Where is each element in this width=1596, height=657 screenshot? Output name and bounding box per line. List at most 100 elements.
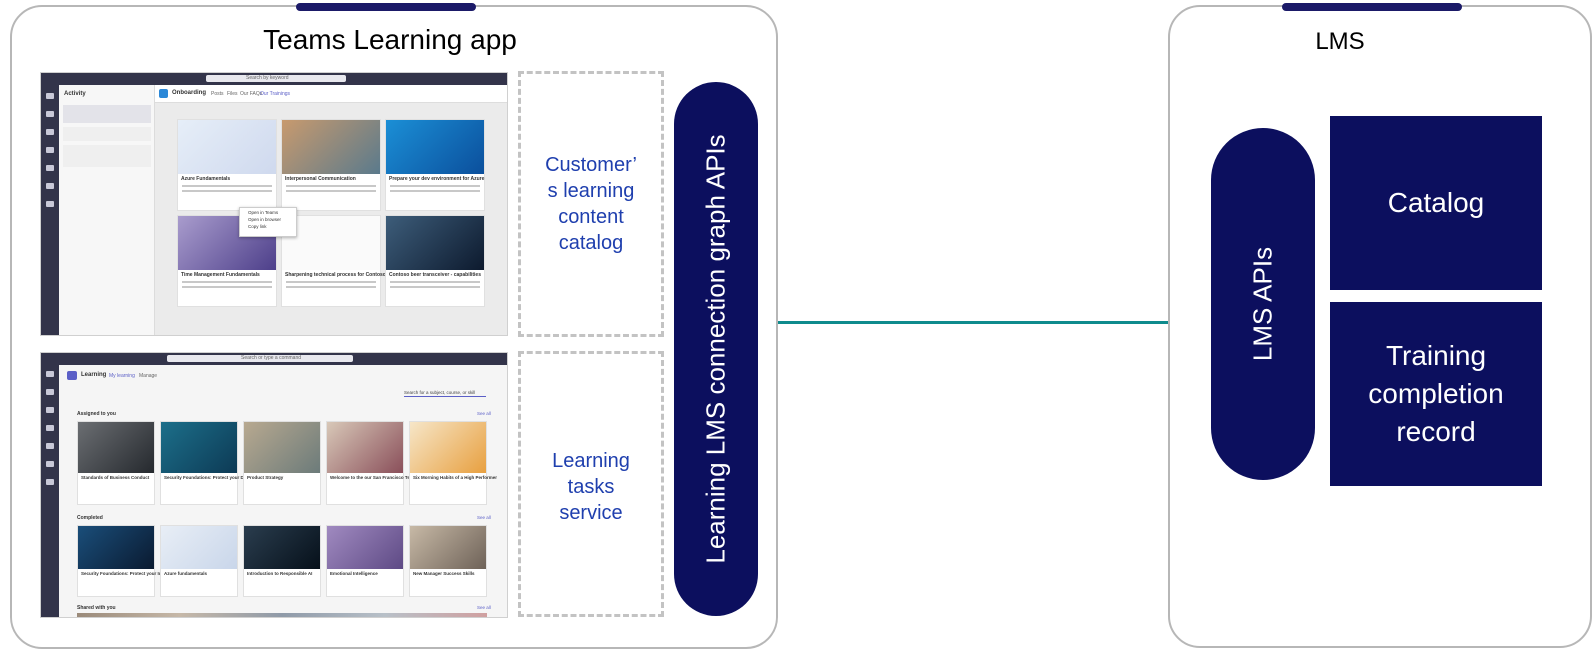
card-thumbnail xyxy=(327,422,403,473)
chat-icon[interactable] xyxy=(46,389,54,395)
teams-panel-title: Teams Learning app xyxy=(263,24,517,55)
files-icon[interactable] xyxy=(46,479,54,485)
files-icon[interactable] xyxy=(46,183,54,189)
section-shared: Shared with you xyxy=(77,605,116,611)
card-thumbnail xyxy=(410,422,486,473)
card-title: Security Foundations: Protect your Ident… xyxy=(81,571,174,577)
card-thumbnail xyxy=(178,120,276,174)
card-thumbnail xyxy=(78,526,154,570)
connector-line xyxy=(778,321,1170,324)
tab-trainings[interactable]: Our Trainings xyxy=(260,91,290,97)
learning-app-icon xyxy=(67,371,77,380)
tab-my-learning[interactable]: My learning xyxy=(109,373,135,379)
activity-item[interactable] xyxy=(63,127,151,141)
tab-manage[interactable]: Manage xyxy=(139,373,157,379)
apps-icon[interactable] xyxy=(46,201,54,207)
app-rail xyxy=(41,365,59,617)
course-card[interactable]: Security Foundations: Protect your Ident… xyxy=(77,525,174,597)
course-card[interactable]: Azure Fundamentals xyxy=(177,119,277,211)
channel-name: Onboarding xyxy=(172,90,206,96)
card-title: New Manager Success Skills xyxy=(413,571,475,577)
calendar-icon[interactable] xyxy=(46,425,54,431)
activity-icon[interactable] xyxy=(46,371,54,377)
card-title: Introduction to Responsible AI xyxy=(247,571,313,577)
learning-icon[interactable] xyxy=(46,443,54,449)
menu-copy-link[interactable]: Copy link xyxy=(248,224,288,229)
course-search-placeholder: Search for a subject, course, or skill xyxy=(404,390,476,395)
graph-apis-pill: Learning LMS connection graph APIs xyxy=(674,82,758,616)
customer-catalog-label: Customer’ s learning content catalog xyxy=(545,154,637,254)
activity-icon[interactable] xyxy=(46,93,54,99)
course-card[interactable]: Security Foundations: Protect your Data xyxy=(160,421,251,505)
course-card[interactable]: Welcome to the our San Francisco Team xyxy=(326,421,417,505)
catalog-label: Catalog xyxy=(1387,187,1485,218)
training-completion-label: Training completion record xyxy=(1368,340,1504,447)
calls-icon[interactable] xyxy=(46,165,54,171)
channel-main: Onboarding Posts Files Our FAQs Our Trai… xyxy=(155,85,507,335)
see-all-link[interactable]: See all xyxy=(477,411,491,416)
app-rail xyxy=(41,85,59,335)
course-card[interactable]: Six Morning Habits of a High Performer xyxy=(409,421,498,505)
card-thumbnail xyxy=(244,422,320,473)
teams-channel-screenshot: Search by keyword Activity Onboarding Po… xyxy=(40,72,508,336)
course-card[interactable]: Introduction to Responsible AI xyxy=(243,525,321,597)
lms-panel-tab xyxy=(1282,3,1462,11)
tab-faqs[interactable]: Our FAQs xyxy=(240,91,262,97)
card-title: Security Foundations: Protect your Data xyxy=(164,474,251,480)
card-thumbnail xyxy=(386,120,484,174)
channel-header xyxy=(155,85,507,103)
tab-files[interactable]: Files xyxy=(227,91,238,97)
lms-apis-label: LMS APIs xyxy=(1247,246,1278,362)
activity-item[interactable] xyxy=(63,105,151,123)
teams-panel-tab xyxy=(296,3,476,11)
card-title: Six Morning Habits of a High Performer xyxy=(413,474,498,480)
lms-panel-title: LMS xyxy=(1315,28,1365,55)
course-card[interactable]: Prepare your dev environment for Azure xyxy=(385,119,485,211)
training-completion-box: Training completion record xyxy=(1330,302,1542,486)
section-assigned: Assigned to you xyxy=(77,411,116,417)
course-card[interactable]: Interpersonal Communication xyxy=(281,119,381,211)
teams-icon[interactable] xyxy=(46,129,54,135)
card-thumbnail xyxy=(244,526,320,570)
card-title: Sharpening technical process for Contoso… xyxy=(285,272,391,278)
see-all-link[interactable]: See all xyxy=(477,605,491,610)
card-title: Interpersonal Communication xyxy=(285,176,356,182)
card-title: Prepare your dev environment for Azure xyxy=(389,176,485,182)
card-title: Azure fundamentals xyxy=(164,571,208,577)
activity-heading: Activity xyxy=(64,91,86,97)
course-card[interactable]: Azure fundamentals xyxy=(160,525,238,597)
card-title: Standards of Business Conduct xyxy=(81,474,150,480)
channel-icon xyxy=(159,89,168,98)
course-card[interactable]: Standards of Business Conduct xyxy=(77,421,155,505)
activity-item[interactable] xyxy=(63,145,151,167)
see-all-link[interactable]: See all xyxy=(477,515,491,520)
search-placeholder: Search by keyword xyxy=(246,75,289,81)
shared-row-thumbnails xyxy=(77,613,487,617)
card-thumbnail xyxy=(386,216,484,270)
teams-icon[interactable] xyxy=(46,407,54,413)
course-card[interactable]: Contoso beer transceiver - capabilities xyxy=(385,215,485,307)
card-thumbnail xyxy=(161,526,237,570)
card-title: Time Management Fundamentals xyxy=(181,272,260,278)
card-thumbnail xyxy=(282,120,380,174)
learning-main: Learning My learning Manage Search for a… xyxy=(59,365,507,617)
card-thumbnail xyxy=(161,422,237,473)
card-title: Product Strategy xyxy=(247,474,284,480)
course-card[interactable]: Emotional Intelligence xyxy=(326,525,404,597)
course-card[interactable]: New Manager Success Skills xyxy=(409,525,487,597)
card-thumbnail xyxy=(327,526,403,570)
learning-app-screenshot: Search or type a command Learning My lea… xyxy=(40,352,508,618)
card-title: Welcome to the our San Francisco Team xyxy=(330,474,417,480)
calendar-icon[interactable] xyxy=(46,147,54,153)
activity-list: Activity xyxy=(59,85,155,335)
card-thumbnail xyxy=(410,526,486,570)
card-title: Contoso beer transceiver - capabilities xyxy=(389,272,481,278)
menu-open-in-browser[interactable]: Open in browser xyxy=(248,217,288,222)
section-completed: Completed xyxy=(77,515,103,521)
chat-icon[interactable] xyxy=(46,111,54,117)
card-title: Azure Fundamentals xyxy=(181,176,231,182)
menu-open-in-teams[interactable]: Open in Teams xyxy=(248,210,288,215)
course-card[interactable]: Product Strategy xyxy=(243,421,321,505)
tab-posts[interactable]: Posts xyxy=(211,91,224,97)
calls-icon[interactable] xyxy=(46,461,54,467)
